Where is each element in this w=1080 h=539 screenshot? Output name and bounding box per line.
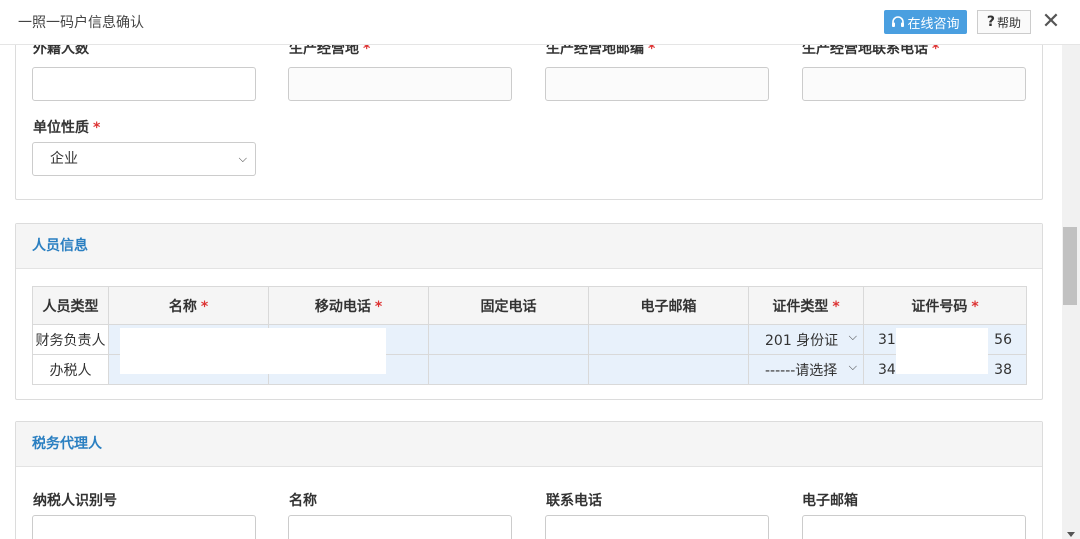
person-type-cell: 财务负责人 (32, 324, 109, 355)
agent-phone-input[interactable] (545, 515, 769, 539)
col-email: 电子邮箱 (588, 286, 749, 325)
chevron-down-icon: ⌵ (848, 329, 857, 343)
basic-info-panel: 外籍人数 生产经营地 * 生产经营地邮编 * 生产经营地联系电话 * 单位性质 * 企业… (15, 44, 1043, 200)
help-label: 帮助 (997, 15, 1022, 30)
table-header-row: 人员类型 名称 * 移动电话 * 固定电话 电子邮箱 证件类型 * 证件号码 * (32, 286, 1027, 325)
foreign-count-input[interactable] (32, 67, 256, 101)
help-button[interactable]: ? 帮助 (977, 10, 1031, 34)
personnel-section-title: 人员信息 (16, 224, 1042, 269)
scroll-down-arrow-icon[interactable] (1067, 532, 1075, 537)
col-id-number: 证件号码 * (863, 286, 1027, 325)
prod-address-label: 生产经营地 * (289, 44, 371, 57)
col-name: 名称 * (108, 286, 269, 325)
id-type-select[interactable]: ------请选择 ⌵ (748, 354, 864, 385)
dialog-titlebar: 一照一码户信息确认 在线咨询 ? 帮助 ✕ (0, 0, 1080, 45)
prod-postcode-input[interactable] (545, 67, 769, 101)
chevron-down-icon: ⌵ (848, 359, 857, 373)
col-mobile: 移动电话 * (268, 286, 429, 325)
col-landline: 固定电话 (428, 286, 589, 325)
personnel-panel: 人员信息 人员类型 名称 * 移动电话 * 固定电话 电子邮箱 证件类型 * 证件号码… (15, 223, 1043, 400)
agent-email-input[interactable] (802, 515, 1026, 539)
email-cell[interactable] (588, 324, 749, 355)
online-consult-label: 在线咨询 (907, 16, 960, 32)
chevron-down-icon: ⌵ (238, 152, 247, 165)
redacted-block (896, 328, 988, 374)
agent-email-label: 电子邮箱 (802, 493, 858, 509)
col-person-type: 人员类型 (32, 286, 109, 325)
person-type-cell: 办税人 (32, 354, 109, 385)
landline-cell[interactable] (428, 324, 589, 355)
prod-phone-input[interactable] (802, 67, 1026, 101)
headset-icon (892, 16, 905, 27)
redacted-block (120, 328, 386, 374)
dialog-title: 一照一码户信息确认 (18, 15, 144, 31)
tax-agent-panel: 税务代理人 纳税人识别号 名称 联系电话 电子邮箱 (15, 421, 1043, 539)
foreign-count-label: 外籍人数 (33, 44, 89, 57)
col-id-type: 证件类型 * (748, 286, 864, 325)
taxpayer-id-input[interactable] (32, 515, 256, 539)
dialog-body[interactable]: 外籍人数 生产经营地 * 生产经营地邮编 * 生产经营地联系电话 * 单位性质 * 企业… (0, 44, 1062, 539)
tax-agent-section-title: 税务代理人 (16, 422, 1042, 467)
online-consult-button[interactable]: 在线咨询 (884, 10, 967, 34)
vertical-scrollbar[interactable] (1062, 44, 1080, 539)
email-cell[interactable] (588, 354, 749, 385)
close-icon[interactable]: ✕ (1040, 9, 1062, 35)
agent-name-input[interactable] (288, 515, 512, 539)
agent-phone-label: 联系电话 (546, 493, 602, 509)
agent-name-label: 名称 (289, 493, 317, 509)
unit-type-select[interactable]: 企业 ⌵ (32, 142, 256, 176)
taxpayer-id-label: 纳税人识别号 (33, 493, 117, 509)
prod-postcode-label: 生产经营地邮编 * (546, 44, 656, 57)
id-type-select[interactable]: 201 身份证 ⌵ (748, 324, 864, 355)
scrollbar-thumb[interactable] (1063, 227, 1077, 305)
landline-cell[interactable] (428, 354, 589, 385)
prod-phone-label: 生产经营地联系电话 * (802, 44, 940, 57)
unit-type-label: 单位性质 * (33, 120, 101, 136)
prod-address-input[interactable] (288, 67, 512, 101)
question-icon: ? (986, 14, 996, 30)
